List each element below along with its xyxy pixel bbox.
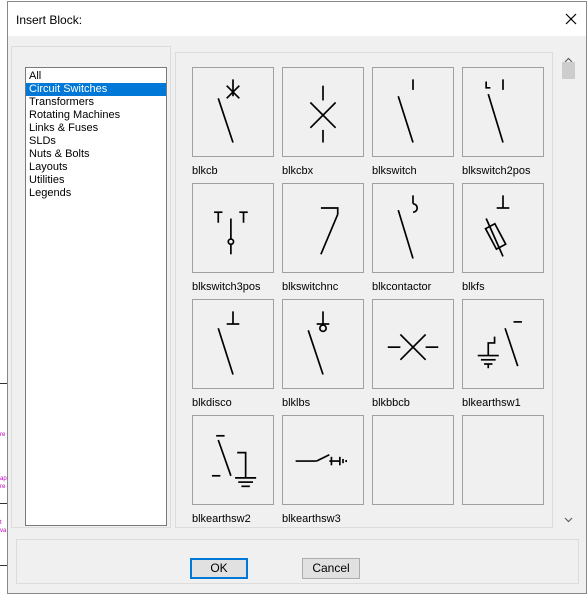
- title-bar: Insert Block:: [8, 2, 586, 36]
- block-symbol-icon: [217, 311, 240, 375]
- insert-block-dialog: Insert Block: All Circuit Switches Transfo…: [7, 1, 587, 594]
- block-gallery: blkcb blkcbx blkswitch blkswitch2pos blkswit…: [175, 52, 553, 528]
- block-symbol-icon: [214, 211, 248, 255]
- block-tile-blkswitch3pos[interactable]: [192, 183, 274, 273]
- block-symbol-icon: [320, 207, 339, 255]
- block-symbol-icon: [477, 321, 522, 369]
- scroll-down-button[interactable]: [560, 511, 577, 528]
- block-symbol-icon: [397, 79, 414, 143]
- background-mark: re: [0, 432, 6, 438]
- background-mark: re: [0, 484, 6, 490]
- category-item[interactable]: Links & Fuses: [26, 122, 166, 135]
- block-label: blkcontactor: [372, 281, 432, 293]
- block-label: blkswitch: [372, 165, 417, 177]
- category-item[interactable]: Legends: [26, 187, 166, 200]
- block-tile-blkswitch[interactable]: [372, 67, 454, 157]
- block-label: blklbs: [282, 397, 311, 409]
- block-tile-blkswitch2pos[interactable]: [462, 67, 544, 157]
- block-label: blkdisco: [192, 397, 232, 409]
- category-item[interactable]: Utilities: [26, 174, 166, 187]
- category-item[interactable]: Rotating Machines: [26, 109, 166, 122]
- close-icon: [565, 13, 577, 25]
- block-symbol-icon: [211, 434, 257, 488]
- block-symbol-icon: [307, 311, 330, 375]
- block-tile-blkcontactor[interactable]: [372, 183, 454, 273]
- block-label: blkcb: [192, 165, 218, 177]
- block-symbol-icon: [217, 79, 240, 143]
- block-label: blkbbcb: [372, 397, 410, 409]
- block-tile-blkcb[interactable]: [192, 67, 274, 157]
- block-tile-empty[interactable]: [372, 415, 454, 505]
- block-tile-blklbs[interactable]: [282, 299, 364, 389]
- block-label: blkswitch3pos: [192, 281, 261, 293]
- background-mark: va: [0, 528, 7, 534]
- block-label: blkcbx: [282, 165, 314, 177]
- category-item[interactable]: Nuts & Bolts: [26, 148, 166, 161]
- block-symbol-icon: [397, 195, 419, 259]
- block-tile-blkfs[interactable]: [462, 183, 544, 273]
- block-symbol-icon: [484, 195, 510, 257]
- background-mark: t: [0, 520, 2, 526]
- block-tile-blkswitchnc[interactable]: [282, 183, 364, 273]
- block-label: blkearthsw3: [282, 513, 341, 525]
- category-item[interactable]: SLDs: [26, 135, 166, 148]
- block-label: blkswitchnc: [282, 281, 339, 293]
- block-symbol-icon: [295, 453, 347, 466]
- block-tile-blkdisco[interactable]: [192, 299, 274, 389]
- block-label: blkearthsw2: [192, 513, 251, 525]
- block-label: blkfs: [462, 281, 485, 293]
- close-button[interactable]: [562, 10, 580, 28]
- category-item[interactable]: All: [26, 70, 166, 83]
- button-bar: OK Cancel: [16, 539, 579, 584]
- block-label: blkearthsw1: [462, 397, 521, 409]
- block-symbol-icon: [485, 79, 504, 143]
- chevron-down-icon: [564, 517, 573, 523]
- block-symbol-icon: [309, 85, 337, 143]
- block-tile-blkearthsw2[interactable]: [192, 415, 274, 505]
- dialog-title: Insert Block:: [16, 13, 83, 27]
- category-panel: All Circuit Switches Transformers Rotating …: [11, 46, 171, 528]
- block-tile-empty[interactable]: [462, 415, 544, 505]
- gallery-scrollbar[interactable]: [560, 52, 577, 528]
- category-listbox[interactable]: All Circuit Switches Transformers Rotating …: [25, 67, 167, 526]
- scroll-thumb[interactable]: [562, 62, 575, 79]
- block-tile-blkearthsw1[interactable]: [462, 299, 544, 389]
- category-item[interactable]: Circuit Switches: [26, 83, 166, 96]
- category-item[interactable]: Transformers: [26, 96, 166, 109]
- block-tile-blkcbx[interactable]: [282, 67, 364, 157]
- block-label: blkswitch2pos: [462, 165, 531, 177]
- block-symbol-icon: [387, 333, 439, 361]
- background-mark: ap: [0, 476, 7, 482]
- ok-button[interactable]: OK: [190, 558, 248, 579]
- category-item[interactable]: Layouts: [26, 161, 166, 174]
- block-tile-blkbbcb[interactable]: [372, 299, 454, 389]
- block-tile-blkearthsw3[interactable]: [282, 415, 364, 505]
- cancel-button[interactable]: Cancel: [302, 558, 360, 579]
